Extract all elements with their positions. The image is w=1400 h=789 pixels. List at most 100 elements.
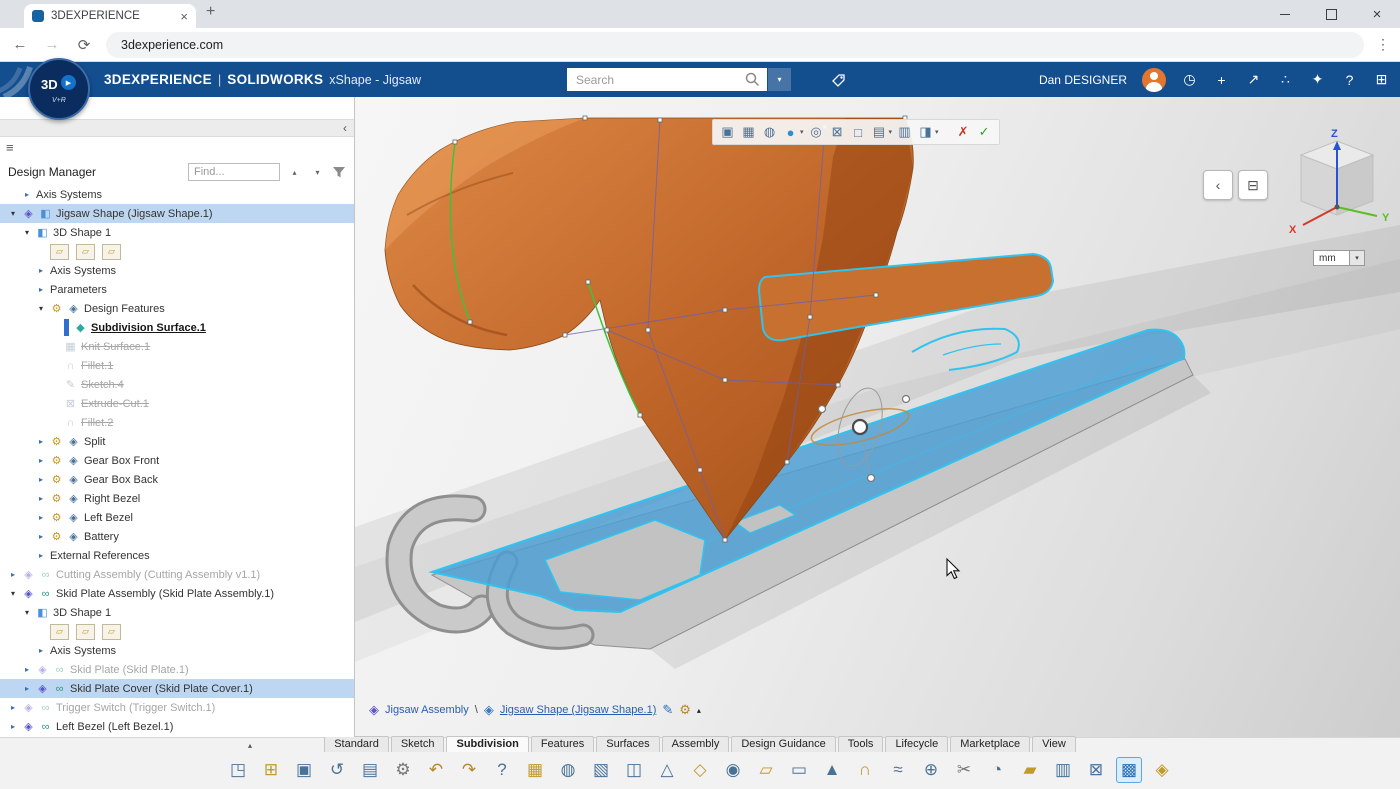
expand-arrow-icon[interactable]: ▸ — [36, 475, 46, 484]
display-options-button[interactable]: ⊟ — [1238, 170, 1268, 200]
mechanism-button[interactable]: ◈ — [1149, 757, 1175, 783]
new-tab-button[interactable]: + — [206, 3, 215, 21]
plane-zx-icon[interactable]: ▱ — [102, 623, 121, 640]
tree-item-design-features[interactable]: ▾ ⚙ ◈ Design Features — [0, 299, 354, 318]
tree-item-split[interactable]: ▸ ⚙ ◈ Split — [0, 432, 354, 451]
settings-button[interactable]: ⚙ — [390, 757, 416, 783]
frame-display-button[interactable]: ▦ — [740, 124, 757, 140]
design-features-icon[interactable]: ⚙ — [679, 702, 691, 718]
vertex-color-dropdown-icon[interactable]: ▾ — [800, 128, 804, 136]
user-name[interactable]: Dan DESIGNER — [1039, 73, 1127, 87]
compass-icon[interactable]: ◷ — [1181, 71, 1198, 88]
expand-arrow-icon[interactable]: ▸ — [36, 266, 46, 275]
expand-arrow-icon[interactable]: ▸ — [22, 684, 32, 693]
units-dropdown-arrow-icon[interactable]: ▾ — [1349, 251, 1364, 265]
find-next-icon[interactable]: ▾ — [309, 164, 326, 181]
plane-zx-icon[interactable]: ▱ — [102, 243, 121, 260]
tree-item-axis-systems[interactable]: ▸ Axis Systems — [0, 261, 354, 280]
marquee-select-button[interactable]: □ — [850, 125, 867, 140]
expand-arrow-icon[interactable]: ▸ — [22, 190, 32, 199]
tree-item-sketch-4[interactable]: ✎ Sketch.4 — [0, 375, 354, 394]
tree-item-skid-plate-skid-plate-1[interactable]: ▸ ◈ ∞ Skid Plate (Skid Plate.1) — [0, 660, 354, 679]
back-icon[interactable]: ← — [10, 36, 30, 53]
layer-filter-dropdown-icon[interactable]: ▾ — [889, 128, 893, 136]
tree-item-fillet-1[interactable]: ∩ Fillet.1 — [0, 356, 354, 375]
window-maximize-button[interactable] — [1308, 0, 1354, 28]
tree-item-3d-shape-1[interactable]: ▾ ◧ 3D Shape 1 — [0, 223, 354, 242]
sphere-button[interactable]: ◍ — [555, 757, 581, 783]
search-input[interactable] — [567, 68, 767, 91]
pattern-button[interactable]: ▥ — [1050, 757, 1076, 783]
tab-standard[interactable]: Standard — [324, 736, 389, 752]
plane-xy-icon[interactable]: ▱ — [50, 243, 69, 260]
split-face-button[interactable]: ⊠ — [1083, 757, 1109, 783]
tab-features[interactable]: Features — [530, 736, 595, 752]
tree-item-left-bezel-left-bezel-1[interactable]: ▸ ◈ ∞ Left Bezel (Left Bezel.1) — [0, 717, 354, 736]
tree-item-trigger-switch-trigger-switch-1[interactable]: ▸ ◈ ∞ Trigger Switch (Trigger Switch.1) — [0, 698, 354, 717]
trim-button[interactable]: ✂ — [951, 757, 977, 783]
pyramid-button[interactable]: △ — [654, 757, 680, 783]
find-previous-icon[interactable]: ▴ — [286, 164, 303, 181]
search-icon[interactable] — [745, 72, 760, 87]
collapse-panel-icon[interactable]: ‹ — [343, 121, 347, 135]
plane-yz-icon[interactable]: ▱ — [76, 623, 95, 640]
extrude-button[interactable]: ▲ — [819, 757, 845, 783]
update-button[interactable]: ↺ — [324, 757, 350, 783]
tree-item-left-bezel[interactable]: ▸ ⚙ ◈ Left Bezel — [0, 508, 354, 527]
breadcrumb-current-link[interactable]: Jigsaw Shape (Jigsaw Shape.1) — [500, 704, 657, 716]
assistant-icon[interactable]: ✦ — [1309, 71, 1326, 88]
tree-item-external-references[interactable]: ▸ External References — [0, 546, 354, 565]
plane-yz-icon[interactable]: ▱ — [76, 243, 95, 260]
tree-item-extrude-cut-1[interactable]: ⊠ Extrude-Cut.1 — [0, 394, 354, 413]
tree-item-fillet-2[interactable]: ∩ Fillet.2 — [0, 413, 354, 432]
cage-display-button[interactable]: ▥ — [896, 124, 913, 140]
snap-button[interactable]: ⊠ — [829, 124, 846, 140]
add-icon[interactable]: + — [1213, 72, 1230, 88]
tree-item-right-bezel-right-bezel-1[interactable]: ▸◈∞Right Bezel (Right Bezel.1) — [0, 736, 354, 737]
collapse-arrow-icon[interactable]: ▾ — [8, 589, 18, 598]
robot-display-button[interactable]: ▣ — [719, 124, 736, 140]
tree-item-subdivision-surface-1[interactable]: ◆ Subdivision Surface.1 — [0, 318, 354, 337]
tab-assembly[interactable]: Assembly — [661, 736, 730, 752]
axis-system-button[interactable]: ◇ — [687, 757, 713, 783]
tab-lifecycle[interactable]: Lifecycle — [885, 736, 949, 752]
tab-subdivision[interactable]: Subdivision — [446, 736, 529, 752]
redo-button[interactable]: ↷ — [456, 757, 482, 783]
tree-item-gear-box-back[interactable]: ▸ ⚙ ◈ Gear Box Back — [0, 470, 354, 489]
tree-item-axis-systems[interactable]: ▸ Axis Systems — [0, 185, 354, 204]
expand-arrow-icon[interactable]: ▸ — [36, 532, 46, 541]
forward-icon[interactable]: → — [42, 36, 62, 53]
expand-arrow-icon[interactable]: ▸ — [22, 665, 32, 674]
tree-item-ref-planes[interactable]: ▱ ▱ ▱ — [0, 622, 354, 641]
apps-grid-icon[interactable]: ⊞ — [1373, 71, 1390, 88]
collapse-arrow-icon[interactable]: ▾ — [22, 608, 32, 617]
validate-button[interactable]: ✓ — [976, 124, 993, 140]
window-close-button[interactable]: × — [1354, 0, 1400, 28]
tree-item-knit-surface-1[interactable]: ▦ Knit Surface.1 — [0, 337, 354, 356]
collapse-arrow-icon[interactable]: ▾ — [8, 209, 18, 218]
properties-button[interactable]: ▤ — [357, 757, 383, 783]
expand-arrow-icon[interactable]: ▸ — [36, 513, 46, 522]
subdivision-cage-button[interactable]: ▩ — [1116, 757, 1142, 783]
tree-item-jigsaw-shape-jigsaw-shape-1[interactable]: ▾ ◈ ◧ Jigsaw Shape (Jigsaw Shape.1) — [0, 204, 354, 223]
refresh-icon[interactable]: ⟳ — [74, 36, 94, 54]
abort-button[interactable]: ✗ — [955, 124, 972, 140]
tree-item-parameters[interactable]: ▸ Parameters — [0, 280, 354, 299]
tag-icon[interactable] — [827, 68, 850, 91]
undo-button[interactable]: ↶ — [423, 757, 449, 783]
expand-arrow-icon[interactable]: ▸ — [8, 703, 18, 712]
tree-item-3d-shape-1[interactable]: ▾ ◧ 3D Shape 1 — [0, 603, 354, 622]
fillet-button[interactable]: ∩ — [852, 757, 878, 783]
display-mode-dropdown-icon[interactable]: ▾ — [935, 128, 939, 136]
tab-surfaces[interactable]: Surfaces — [596, 736, 660, 752]
tree-item-skid-plate-cover-skid-plate-cover-1[interactable]: ▸ ◈ ∞ Skid Plate Cover (Skid Plate Cover.1) — [0, 679, 354, 698]
face-button[interactable]: ▭ — [786, 757, 812, 783]
manipulator-handle[interactable] — [817, 404, 827, 414]
tree-item-cutting-assembly-cutting-assembly-v1-1[interactable]: ▸ ◈ ∞ Cutting Assembly (Cutting Assembly v1… — [0, 565, 354, 584]
tree-item-ref-planes[interactable]: ▱ ▱ ▱ — [0, 242, 354, 261]
expand-arrow-icon[interactable]: ▸ — [8, 722, 18, 731]
browser-tab[interactable]: 3DEXPERIENCE × — [24, 4, 196, 28]
shaded-view-button[interactable]: ◍ — [761, 124, 778, 140]
thicken-button[interactable]: ▰ — [1017, 757, 1043, 783]
viewport[interactable]: ▣ ▦ ◍ ● ▾ ◎ ⊠ □ ▤ ▾ ▥ ◨ ▾ ✗ ✓ ‹ ⊟ Z X Y mm ▾ ◈ Jigsaw … — [355, 97, 1400, 737]
